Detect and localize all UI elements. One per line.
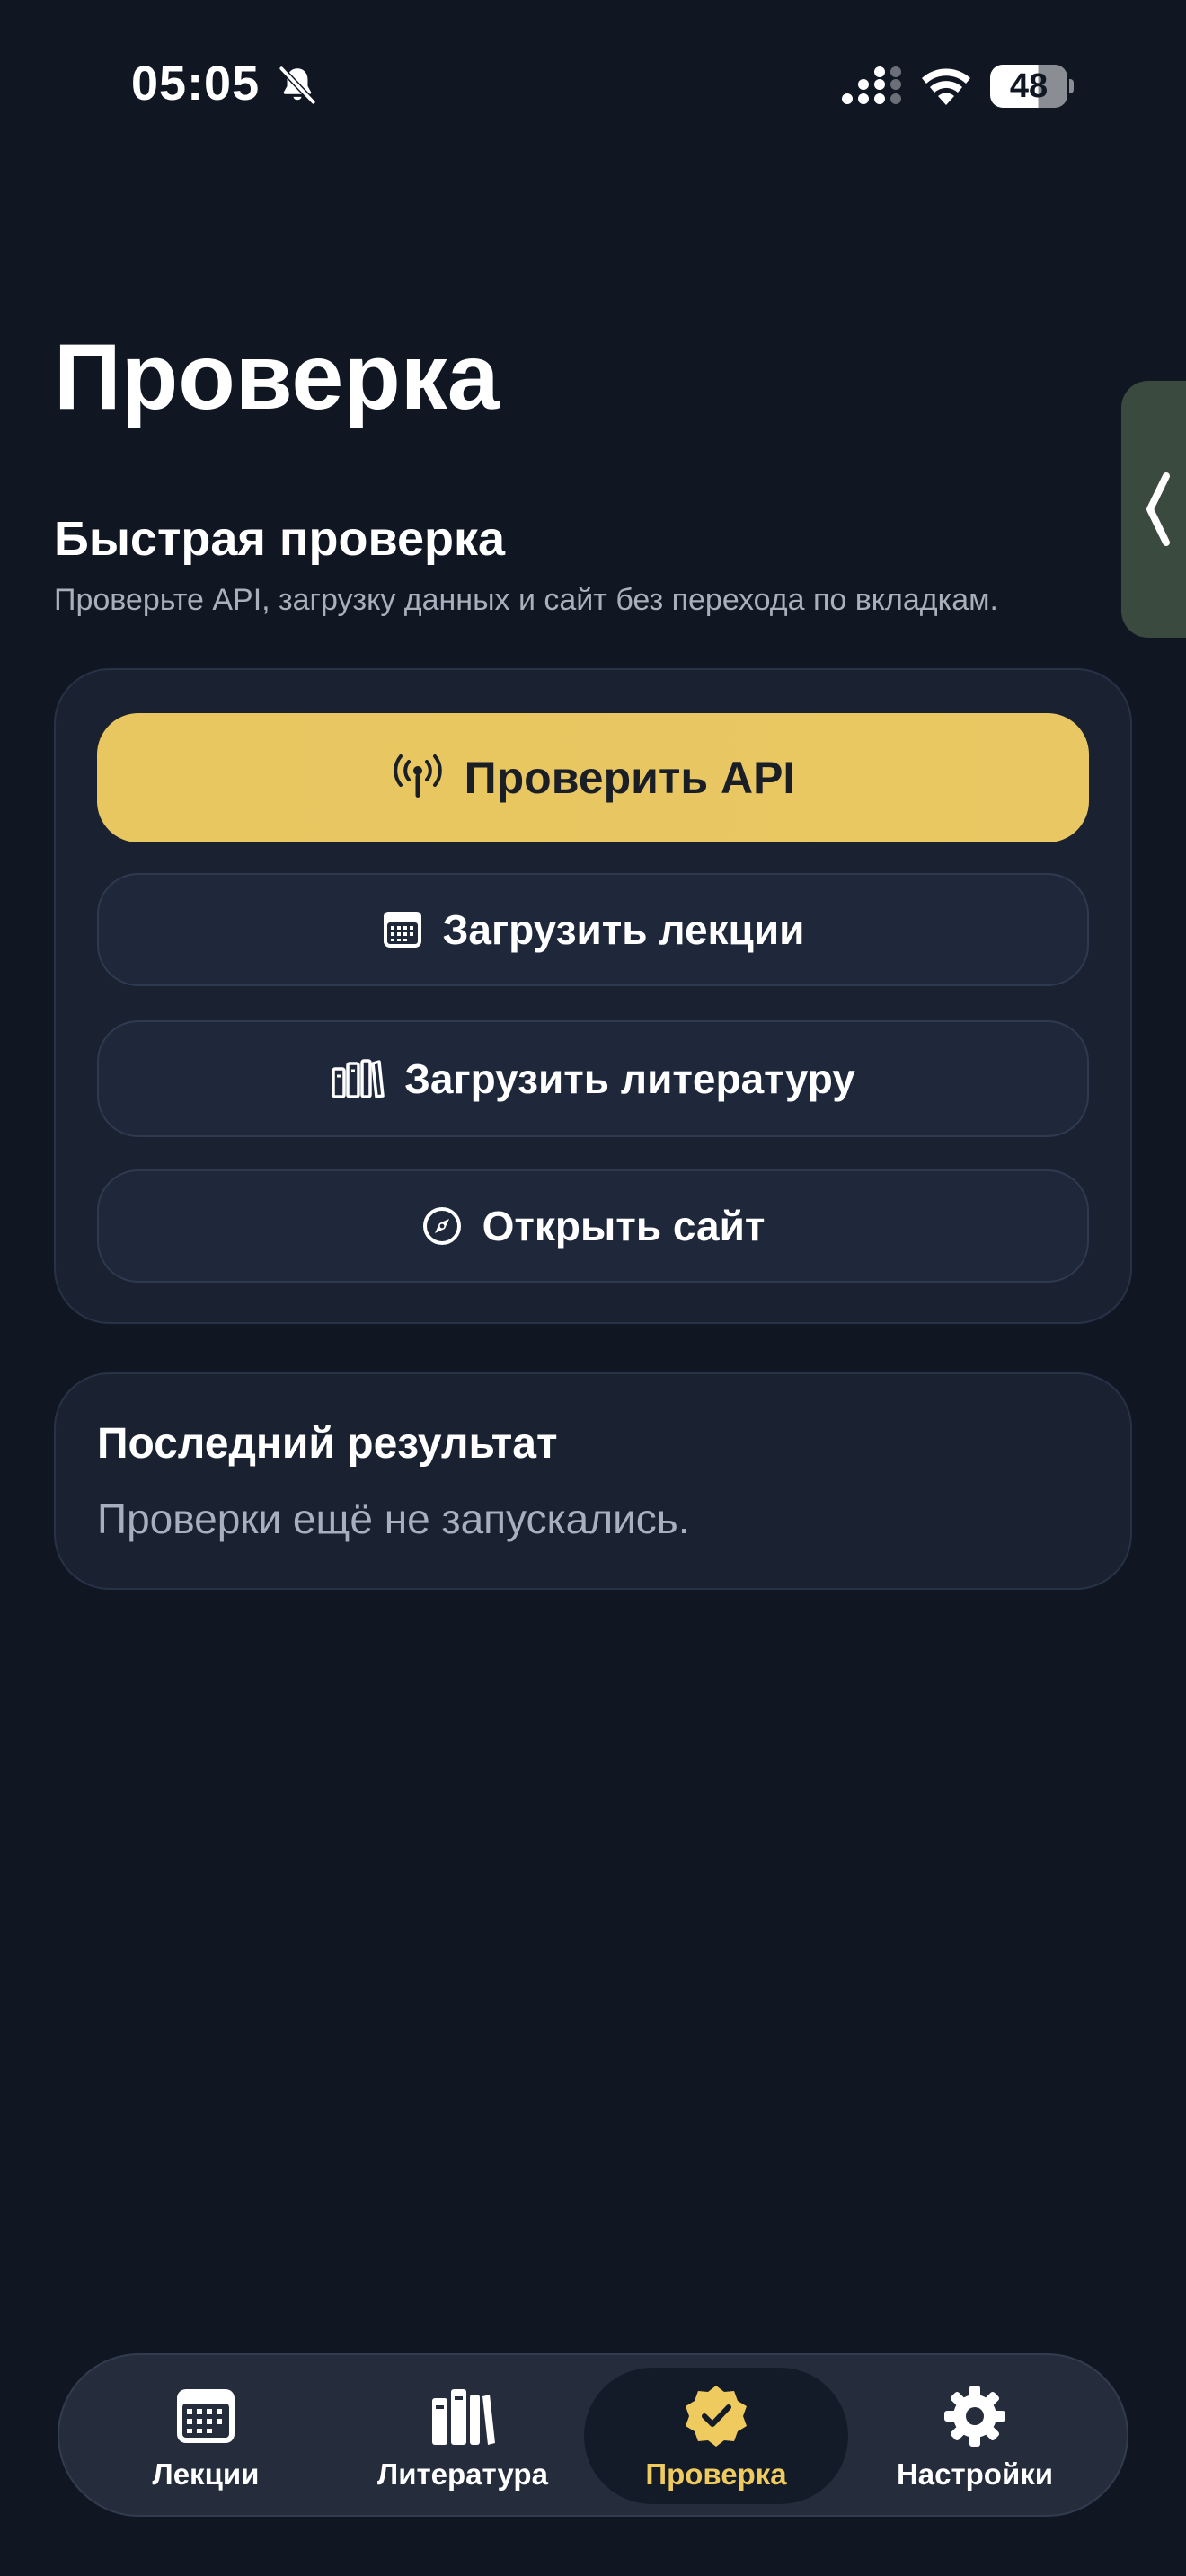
- quick-check-card: Проверить API Загрузить лекции Загрузить…: [54, 668, 1132, 1324]
- last-result-title: Последний результат: [97, 1420, 558, 1468]
- page-title: Проверка: [54, 325, 500, 429]
- tab-check[interactable]: Проверка: [584, 2368, 848, 2504]
- last-result-card: Последний результат Проверки ещё не запу…: [54, 1372, 1132, 1590]
- tab-literature[interactable]: Литература: [331, 2368, 595, 2504]
- tab-settings-label: Настройки: [896, 2457, 1054, 2491]
- gear-icon: [944, 2386, 1005, 2447]
- load-lectures-button[interactable]: Загрузить лекции: [97, 873, 1089, 986]
- compass-icon: [422, 1207, 461, 1245]
- check-api-button[interactable]: Проверить API: [97, 713, 1089, 842]
- antenna-icon: [393, 754, 442, 798]
- section-title: Быстрая проверка: [54, 512, 506, 566]
- load-literature-label: Загрузить литературу: [404, 1055, 855, 1102]
- status-bar: 05:05 48: [0, 0, 1186, 171]
- section-subtitle: Проверьте API, загрузку данных и сайт бе…: [54, 583, 998, 617]
- battery-level: 48: [1009, 67, 1049, 105]
- cellular-signal-icon: [842, 66, 901, 104]
- books-icon: [432, 2389, 495, 2445]
- last-result-text: Проверки ещё не запускались.: [97, 1495, 690, 1542]
- bell-off-icon: [278, 65, 317, 106]
- tab-literature-label: Литература: [377, 2457, 548, 2491]
- status-time: 05:05: [131, 57, 261, 110]
- battery-icon: 48: [990, 65, 1074, 108]
- tab-settings[interactable]: Настройки: [843, 2368, 1107, 2504]
- calendar-icon: [177, 2389, 235, 2443]
- wifi-icon: [922, 68, 970, 105]
- calendar-icon: [383, 912, 421, 948]
- check-api-label: Проверить API: [464, 753, 796, 803]
- chevron-left-icon: [1146, 472, 1170, 546]
- load-lectures-label: Загрузить лекции: [442, 906, 805, 953]
- tab-lectures-label: Лекции: [152, 2457, 260, 2491]
- verified-badge-icon: [686, 2386, 747, 2447]
- tab-lectures[interactable]: Лекции: [74, 2368, 338, 2504]
- tab-bar: Лекции Литература Проверка Настройки: [58, 2353, 1128, 2517]
- open-site-button[interactable]: Открыть сайт: [97, 1169, 1089, 1283]
- open-site-label: Открыть сайт: [482, 1203, 766, 1249]
- books-icon: [332, 1059, 385, 1098]
- load-literature-button[interactable]: Загрузить литературу: [97, 1020, 1089, 1137]
- tab-check-label: Проверка: [645, 2457, 787, 2491]
